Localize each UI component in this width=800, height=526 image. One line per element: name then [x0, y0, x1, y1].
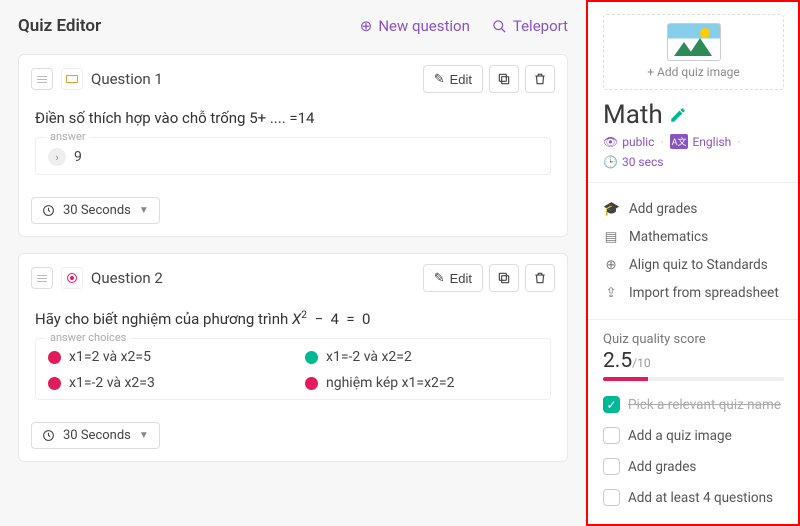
question-text: Hãy cho biết nghiệm của phương trình X2 …: [35, 308, 551, 328]
chevron-down-icon: ▼: [139, 430, 149, 441]
new-question-button[interactable]: ⊕ New question: [360, 17, 470, 35]
chevron-right-icon[interactable]: ›: [48, 148, 66, 166]
header: Quiz Editor ⊕ New question Teleport: [18, 12, 568, 40]
align-standards-link[interactable]: ⊕Align quiz to Standards: [603, 251, 784, 279]
language-icon: A文: [670, 134, 689, 149]
drag-handle-icon[interactable]: [31, 68, 53, 90]
choices-label: answer choices: [46, 331, 130, 344]
image-placeholder-icon: [667, 23, 721, 61]
quality-check-item[interactable]: Add grades: [603, 451, 784, 482]
add-grades-link[interactable]: 🎓Add grades: [603, 195, 784, 223]
question-card: Question 1 ✎ Edit Điền số thích hợp: [18, 54, 568, 237]
quality-score-value: 2.5/10: [603, 349, 784, 373]
document-icon: ▤: [603, 229, 619, 245]
delete-button[interactable]: [525, 264, 555, 292]
subject-link[interactable]: ▤Mathematics: [603, 223, 784, 251]
question-title: Question 2: [91, 269, 163, 287]
pencil-icon: ✎: [434, 270, 445, 286]
plus-circle-icon: ⊕: [603, 257, 619, 273]
answer-value: 9: [74, 149, 82, 165]
choices-box: answer choices x1=2 và x2=5 x1=-2 và x2=…: [35, 338, 551, 400]
pencil-icon: ✎: [434, 71, 445, 87]
clock-icon: [42, 429, 55, 442]
visibility-tag[interactable]: 👁public: [603, 135, 654, 149]
answer-label: answer: [46, 130, 90, 143]
trash-icon: [533, 72, 547, 86]
duplicate-button[interactable]: [489, 264, 519, 292]
choice-dot-icon: [305, 377, 318, 390]
choice-item[interactable]: nghiệm kép x1=x2=2: [305, 375, 538, 391]
duplicate-button[interactable]: [489, 65, 519, 93]
quality-check-item[interactable]: Add at least 4 questions: [603, 482, 784, 513]
quiz-name: Math: [603, 100, 663, 130]
upload-icon: ⇪: [603, 285, 619, 301]
checkbox-empty-icon: [603, 458, 620, 475]
checkbox-empty-icon: [603, 427, 620, 444]
delete-button[interactable]: [525, 65, 555, 93]
time-label: 30 Seconds: [63, 428, 131, 443]
copy-icon: [497, 271, 511, 285]
time-label: 30 Seconds: [63, 203, 131, 218]
eye-icon: 👁: [603, 135, 618, 149]
quality-score-label: Quiz quality score: [603, 332, 784, 347]
open-ended-icon: [61, 68, 83, 90]
question-text: Điền số thích hợp vào chỗ trống 5+ .... …: [35, 109, 551, 127]
plus-circle-icon: ⊕: [360, 17, 373, 35]
copy-icon: [497, 72, 511, 86]
page-title: Quiz Editor: [18, 16, 101, 36]
header-actions: ⊕ New question Teleport: [360, 17, 568, 35]
search-icon: [492, 19, 507, 34]
drag-handle-icon[interactable]: [31, 267, 53, 289]
choice-dot-icon: [48, 351, 61, 364]
edit-button[interactable]: ✎ Edit: [423, 65, 483, 93]
sidebar: + Add quiz image Math 👁public · A文Englis…: [586, 0, 800, 526]
trash-icon: [533, 271, 547, 285]
checkbox-checked-icon: ✓: [603, 396, 620, 413]
clock-icon: [42, 204, 55, 217]
pencil-icon: [669, 106, 687, 124]
quality-check-item[interactable]: ✓ Pick a relevant quiz name: [603, 389, 784, 420]
clock-icon: 🕒: [603, 155, 618, 169]
answer-box: answer › 9: [35, 137, 551, 175]
teleport-button[interactable]: Teleport: [492, 17, 568, 35]
checkbox-empty-icon: [603, 489, 620, 506]
edit-quiz-name-button[interactable]: [669, 106, 687, 124]
add-quiz-image-label: Add quiz image: [657, 65, 740, 79]
question-title: Question 1: [91, 70, 163, 88]
choice-dot-icon: [48, 377, 61, 390]
edit-label: Edit: [450, 72, 472, 87]
add-quiz-image-button[interactable]: + Add quiz image: [603, 14, 784, 90]
choice-item[interactable]: x1=-2 và x2=2: [305, 349, 538, 365]
language-tag[interactable]: A文English: [670, 134, 732, 149]
chevron-down-icon: ▼: [139, 205, 149, 216]
new-question-label: New question: [378, 17, 470, 35]
quiz-meta: 👁public · A文English · 🕒30 secs: [603, 134, 784, 169]
choice-item[interactable]: x1=-2 và x2=3: [48, 375, 281, 391]
multiple-choice-icon: [61, 267, 83, 289]
time-tag[interactable]: 🕒30 secs: [603, 155, 663, 169]
choice-dot-icon: [305, 351, 318, 364]
choice-item[interactable]: x1=2 và x2=5: [48, 349, 281, 365]
teleport-label: Teleport: [513, 17, 568, 35]
quality-check-item[interactable]: Add a quiz image: [603, 420, 784, 451]
graduation-cap-icon: 🎓: [603, 201, 619, 217]
edit-label: Edit: [450, 271, 472, 286]
time-dropdown[interactable]: 30 Seconds ▼: [31, 197, 160, 224]
question-card: Question 2 ✎ Edit Hãy ch: [18, 253, 568, 462]
edit-button[interactable]: ✎ Edit: [423, 264, 483, 292]
time-dropdown[interactable]: 30 Seconds ▼: [31, 422, 160, 449]
main-panel: Quiz Editor ⊕ New question Teleport: [0, 0, 586, 526]
import-spreadsheet-link[interactable]: ⇪Import from spreadsheet: [603, 279, 784, 307]
